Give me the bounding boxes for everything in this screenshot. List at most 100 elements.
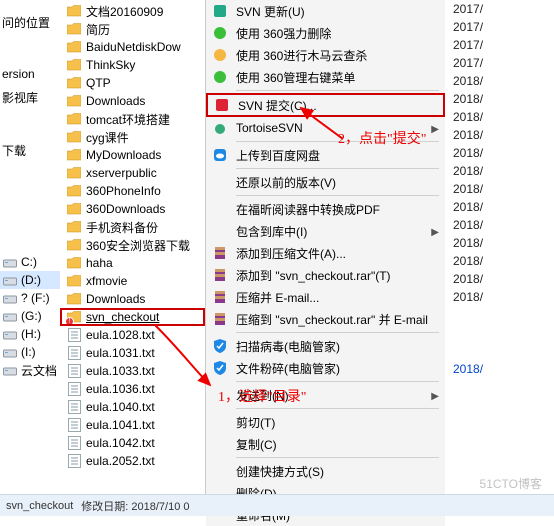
- menu-item[interactable]: 使用 360强力删除: [206, 22, 445, 44]
- file-row[interactable]: eula.1033.txt: [60, 362, 205, 380]
- folder-icon: [66, 75, 82, 91]
- file-label: haha: [86, 256, 113, 270]
- menu-item[interactable]: 使用 360管理右键菜单: [206, 66, 445, 88]
- menu-label: 使用 360强力删除: [236, 25, 439, 42]
- file-row-selected[interactable]: !svn_checkout: [60, 308, 205, 326]
- file-row[interactable]: QTP: [60, 74, 205, 92]
- drive-item[interactable]: ? (F:): [0, 289, 60, 307]
- file-row[interactable]: eula.1041.txt: [60, 416, 205, 434]
- file-row[interactable]: 360安全浏览器下载: [60, 236, 205, 254]
- file-row[interactable]: eula.1031.txt: [60, 344, 205, 362]
- drive-item[interactable]: 云文档: [0, 361, 60, 379]
- file-label: 360Downloads: [86, 202, 165, 216]
- date-cell: 2018/: [445, 74, 554, 92]
- file-row[interactable]: xserverpublic: [60, 164, 205, 182]
- file-row[interactable]: BaiduNetdiskDow: [60, 38, 205, 56]
- file-label: eula.1028.txt: [86, 328, 155, 342]
- menu-item[interactable]: 使用 360进行木马云查杀: [206, 44, 445, 66]
- file-row[interactable]: Downloads: [60, 290, 205, 308]
- submenu-arrow-icon: ▶: [431, 121, 439, 135]
- blank-icon: [210, 222, 230, 240]
- menu-item[interactable]: SVN 提交(C)...: [206, 93, 445, 117]
- drive-item[interactable]: (D:): [0, 271, 60, 289]
- menu-item[interactable]: TortoiseSVN▶: [206, 117, 445, 139]
- rar-icon: [210, 310, 230, 328]
- tree-item[interactable]: 下载: [0, 138, 60, 163]
- file-row[interactable]: 文档20160909: [60, 2, 205, 20]
- date-cell: [445, 434, 554, 452]
- drive-item[interactable]: C:): [0, 253, 60, 271]
- menu-item[interactable]: 文件粉碎(电脑管家): [206, 357, 445, 379]
- menu-item[interactable]: 扫描病毒(电脑管家): [206, 335, 445, 357]
- file-row[interactable]: eula.1036.txt: [60, 380, 205, 398]
- menu-item[interactable]: 压缩并 E-mail...: [206, 286, 445, 308]
- context-menu: SVN 更新(U) 使用 360强力删除使用 360进行木马云查杀使用 360管理…: [205, 0, 445, 516]
- date-cell: [445, 326, 554, 344]
- file-label: eula.1031.txt: [86, 346, 155, 360]
- file-label: eula.1042.txt: [86, 436, 155, 450]
- file-row[interactable]: 手机资料备份: [60, 218, 205, 236]
- file-row[interactable]: eula.2052.txt: [60, 452, 205, 470]
- tree-item[interactable]: 影视库: [0, 85, 60, 110]
- drive-icon: [2, 308, 18, 324]
- file-row[interactable]: 360PhoneInfo: [60, 182, 205, 200]
- file-label: eula.2052.txt: [86, 454, 155, 468]
- file-row[interactable]: eula.1028.txt: [60, 326, 205, 344]
- folder-icon: [66, 273, 82, 289]
- rar-icon: [210, 266, 230, 284]
- menu-separator: [236, 332, 439, 333]
- folder-icon: [66, 255, 82, 271]
- drive-icon: [2, 254, 18, 270]
- file-row[interactable]: eula.1040.txt: [60, 398, 205, 416]
- status-bar: svn_checkout 修改日期: 2018/7/10 0: [0, 494, 554, 516]
- date-cell: 2018/: [445, 164, 554, 182]
- menu-item[interactable]: 复制(C): [206, 433, 445, 455]
- menu-item[interactable]: 剪切(T): [206, 411, 445, 433]
- file-row[interactable]: eula.1042.txt: [60, 434, 205, 452]
- menu-item[interactable]: 添加到 "svn_checkout.rar"(T): [206, 264, 445, 286]
- file-label: Downloads: [86, 94, 145, 108]
- date-cell: [445, 416, 554, 434]
- drive-item[interactable]: (I:): [0, 343, 60, 361]
- drive-item[interactable]: (G:): [0, 307, 60, 325]
- file-row[interactable]: haha: [60, 254, 205, 272]
- menu-item[interactable]: 发送到(N)▶: [206, 384, 445, 406]
- folder-icon: [66, 111, 82, 127]
- folder-icon: [66, 129, 82, 145]
- menu-item[interactable]: 压缩到 "svn_checkout.rar" 并 E-mail: [206, 308, 445, 330]
- blank-icon: [210, 413, 230, 431]
- file-label: QTP: [86, 76, 111, 90]
- file-row[interactable]: xfmovie: [60, 272, 205, 290]
- file-row[interactable]: cyg课件: [60, 128, 205, 146]
- date-column: 2017/2017/2017/2017/2018/2018/2018/2018/…: [445, 0, 554, 516]
- file-row[interactable]: MyDownloads: [60, 146, 205, 164]
- date-cell: 2018/: [445, 110, 554, 128]
- tree-item[interactable]: 问的位置: [0, 10, 60, 35]
- menu-separator: [236, 457, 439, 458]
- file-row[interactable]: ThinkSky: [60, 56, 205, 74]
- menu-item[interactable]: 创建快捷方式(S): [206, 460, 445, 482]
- date-cell: 2018/: [445, 146, 554, 164]
- menu-item[interactable]: 上传到百度网盘: [206, 144, 445, 166]
- folder-icon: [66, 165, 82, 181]
- file-row[interactable]: 360Downloads: [60, 200, 205, 218]
- menu-item[interactable]: 添加到压缩文件(A)...: [206, 242, 445, 264]
- folder-icon: [66, 57, 82, 73]
- file-label: 360安全浏览器下载: [86, 237, 190, 254]
- folder-icon: [66, 183, 82, 199]
- menu-item[interactable]: SVN 更新(U): [206, 0, 445, 22]
- menu-item[interactable]: 包含到库中(I)▶: [206, 220, 445, 242]
- tree-item[interactable]: ersion: [0, 63, 60, 85]
- file-row[interactable]: 简历: [60, 20, 205, 38]
- folder-icon: [66, 291, 82, 307]
- svn-folder-icon: !: [66, 309, 82, 325]
- file-row[interactable]: Downloads: [60, 92, 205, 110]
- text-file-icon: [66, 399, 82, 415]
- file-row[interactable]: tomcat环境搭建: [60, 110, 205, 128]
- date-cell: [445, 308, 554, 326]
- file-label: eula.1041.txt: [86, 418, 155, 432]
- menu-item[interactable]: 还原以前的版本(V): [206, 171, 445, 193]
- drive-item[interactable]: (H:): [0, 325, 60, 343]
- menu-item[interactable]: 在福昕阅读器中转换成PDF: [206, 198, 445, 220]
- file-label: MyDownloads: [86, 148, 161, 162]
